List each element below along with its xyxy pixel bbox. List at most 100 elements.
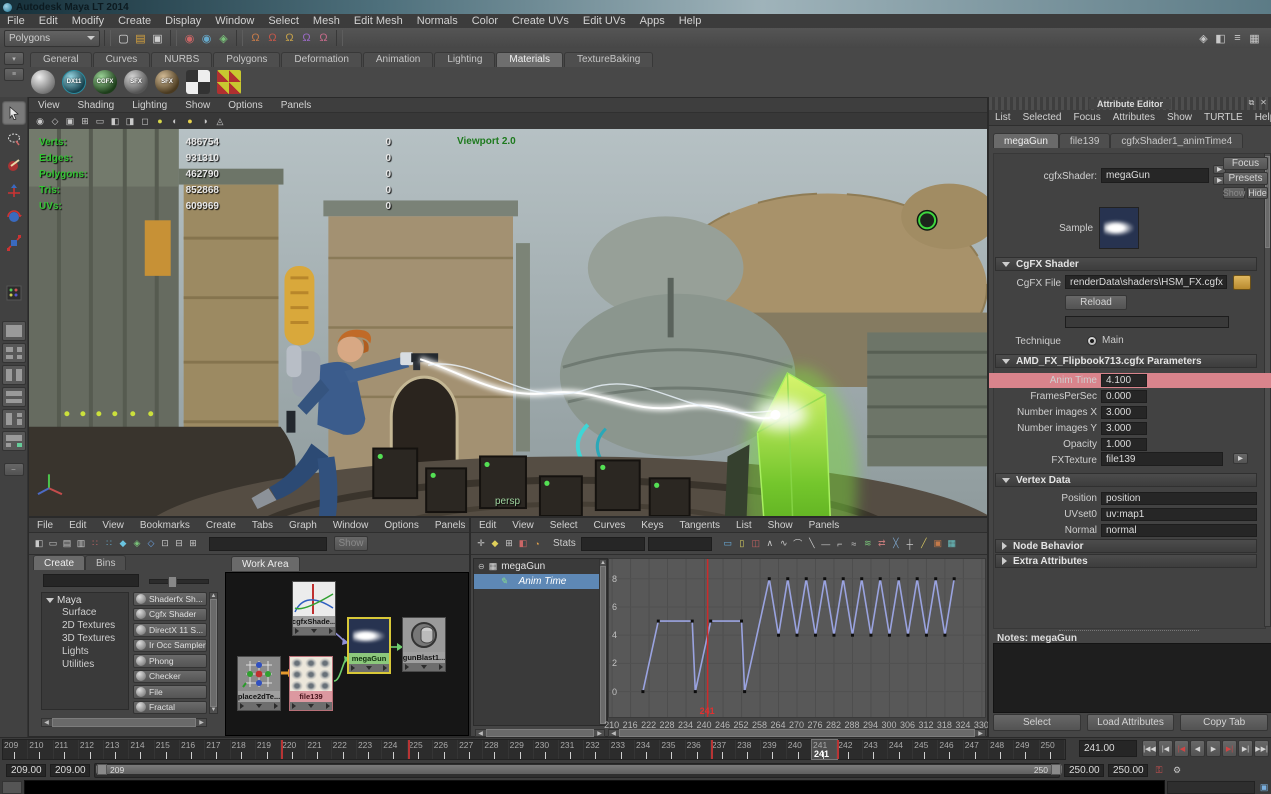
create-node-button[interactable]: Fractal bbox=[133, 700, 207, 714]
create-selected-icon[interactable]: ∷ bbox=[88, 537, 102, 551]
in-out-connections-icon[interactable]: ⊟ bbox=[172, 537, 186, 551]
collapsed-section[interactable]: Extra Attributes bbox=[995, 554, 1257, 568]
tree-item[interactable]: Surface bbox=[42, 606, 128, 619]
hypershade-persp-layout-button[interactable] bbox=[1, 409, 26, 429]
swatch-size-slider[interactable] bbox=[149, 576, 209, 588]
menu-item[interactable]: Create bbox=[111, 15, 158, 27]
timeline-ruler[interactable]: 209 210 211 212 213 214 215 216 217 218 219 220 221 2… bbox=[2, 739, 1066, 760]
shelf-tab[interactable]: NURBS bbox=[151, 52, 213, 67]
focus-button[interactable]: Focus bbox=[1223, 157, 1268, 170]
output-connections-icon[interactable]: ⊞ bbox=[186, 537, 200, 551]
attribute-editor-tab[interactable]: file139 bbox=[1058, 133, 1111, 148]
tree-item[interactable]: 2D Textures bbox=[42, 619, 128, 632]
hypershade-menu-item[interactable]: Panels bbox=[427, 520, 474, 531]
viewport-menu-item[interactable]: Lighting bbox=[123, 100, 176, 111]
graph-editor-menu-item[interactable]: Tangents bbox=[671, 520, 728, 531]
attribute-editor-menu-item[interactable]: TURTLE bbox=[1198, 112, 1249, 123]
range-slider-track[interactable]: 209 250 bbox=[94, 763, 1062, 778]
menu-item[interactable]: Mesh bbox=[306, 15, 347, 27]
uv-editor-icon[interactable] bbox=[216, 69, 242, 95]
step-back-frame-button[interactable]: |◀ bbox=[1158, 740, 1173, 757]
timeline-frame-234[interactable]: 234 bbox=[635, 740, 661, 759]
move-nearest-picked-key-icon[interactable]: ✛ bbox=[474, 537, 488, 551]
timeline-frame-244[interactable]: 244 bbox=[888, 740, 914, 759]
create-node-button[interactable]: Shaderfx Sh... bbox=[133, 592, 207, 606]
toolbox-collapse-button[interactable]: – bbox=[3, 463, 24, 476]
tree-item[interactable]: 3D Textures bbox=[42, 632, 128, 645]
node-name-field[interactable]: megaGun bbox=[1101, 168, 1209, 183]
input-connections-icon[interactable]: ⊡ bbox=[158, 537, 172, 551]
select-camera-icon[interactable]: ◉ bbox=[33, 114, 47, 128]
section-cgfx-shader[interactable]: CgFX Shader bbox=[995, 257, 1257, 271]
timeline-frame-225[interactable]: 225 bbox=[407, 740, 433, 759]
vertex-value-field[interactable]: normal bbox=[1101, 524, 1257, 537]
save-scene-icon[interactable]: ▣ bbox=[149, 30, 166, 47]
cgfx-shader-icon[interactable]: CGFX bbox=[92, 69, 118, 95]
hypershade-menu-item[interactable]: Create bbox=[198, 520, 244, 531]
footer-button[interactable]: Load Attributes bbox=[1086, 714, 1175, 731]
menu-item[interactable]: Edit bbox=[32, 15, 65, 27]
shelf-menu-button[interactable]: ≡ bbox=[4, 68, 24, 81]
script-editor-icon[interactable]: ▣ bbox=[1257, 780, 1271, 794]
shelf-tab[interactable]: General bbox=[30, 52, 92, 67]
retime-tool-icon[interactable]: ◔ bbox=[530, 537, 544, 551]
hypershade-menu-item[interactable]: Tabs bbox=[244, 520, 281, 531]
two-pane-stacked-layout-button[interactable] bbox=[1, 387, 26, 407]
footer-button[interactable]: Select bbox=[993, 714, 1081, 731]
move-tool[interactable] bbox=[2, 179, 26, 203]
tree-item[interactable]: Lights bbox=[42, 645, 128, 658]
attribute-editor-menu-item[interactable]: Show bbox=[1161, 112, 1198, 123]
shelf-tab-toggle-button[interactable]: ▾ bbox=[4, 52, 24, 65]
outliner-h-scrollbar[interactable]: ◀ ▶ bbox=[475, 729, 605, 737]
timeline-frame-245[interactable]: 245 bbox=[913, 740, 939, 759]
shelf-tab[interactable]: TextureBaking bbox=[563, 52, 654, 67]
node-gunblast[interactable]: gunBlast1... bbox=[402, 617, 446, 672]
four-pane-layout-button[interactable] bbox=[1, 343, 26, 363]
timeline-frame-238[interactable]: 238 bbox=[736, 740, 762, 759]
current-time-field[interactable]: 241.00 bbox=[1079, 740, 1137, 757]
modeling-toolkit-icon[interactable]: ◈ bbox=[1195, 30, 1212, 47]
node-megagun[interactable]: megaGun bbox=[347, 617, 391, 674]
two-pane-side-layout-button[interactable] bbox=[1, 365, 26, 385]
lock-camera-icon[interactable]: ◇ bbox=[48, 114, 62, 128]
shadows-icon[interactable]: ◑ bbox=[198, 114, 212, 128]
vertex-value-field[interactable]: position bbox=[1101, 492, 1257, 505]
attribute-editor-menu-item[interactable]: Attributes bbox=[1107, 112, 1161, 123]
work-area-tab[interactable]: Work Area bbox=[231, 556, 300, 571]
timeline-frame-213[interactable]: 213 bbox=[104, 740, 130, 759]
outliner-node-row[interactable]: ⊖ ▦ megaGun bbox=[474, 559, 607, 574]
menu-item[interactable]: Create UVs bbox=[505, 15, 576, 27]
open-scene-icon[interactable]: ▤ bbox=[132, 30, 149, 47]
hypershade-menu-item[interactable]: File bbox=[29, 520, 61, 531]
dx11-shader-icon[interactable]: DX11 bbox=[61, 69, 87, 95]
node-list-scrollbar[interactable]: ▲ ▼ bbox=[209, 592, 218, 714]
lock-tangent-weight-icon[interactable]: ▣ bbox=[931, 537, 945, 551]
insert-keys-icon[interactable]: ◆ bbox=[488, 537, 502, 551]
region-select-icon[interactable]: ◧ bbox=[516, 537, 530, 551]
spline-tangents-icon[interactable]: ∿ bbox=[777, 537, 791, 551]
timeline-frame-227[interactable]: 227 bbox=[458, 740, 484, 759]
timeline-frame-240[interactable]: 240 bbox=[787, 740, 812, 759]
menu-item[interactable]: Edit UVs bbox=[576, 15, 633, 27]
attribute-editor-menu-item[interactable]: Help bbox=[1249, 112, 1271, 123]
hypershade-menu-item[interactable]: Bookmarks bbox=[132, 520, 198, 531]
timeline-frame-224[interactable]: 224 bbox=[382, 740, 408, 759]
rotate-tool[interactable] bbox=[2, 205, 26, 229]
camera-attributes-icon[interactable]: ▣ bbox=[63, 114, 77, 128]
technique-radio[interactable]: Main bbox=[1087, 335, 1124, 346]
reload-button[interactable]: Reload bbox=[1065, 295, 1127, 310]
fxtexture-field[interactable]: file139 bbox=[1101, 452, 1223, 466]
single-tab-layout-icon[interactable]: ▭ bbox=[46, 537, 60, 551]
graph-materials-icon[interactable]: ◈ bbox=[130, 537, 144, 551]
timeline-frame-226[interactable]: 226 bbox=[433, 740, 459, 759]
shelf-tab[interactable]: Deformation bbox=[281, 52, 362, 67]
frame-playback-range-icon[interactable]: ▯ bbox=[735, 537, 749, 551]
hypershade-menu-item[interactable]: Options bbox=[376, 520, 426, 531]
clamped-tangents-icon[interactable]: ⌒ bbox=[791, 537, 805, 551]
menu-item[interactable]: Apps bbox=[633, 15, 672, 27]
step-forward-key-button[interactable]: ▶| bbox=[1222, 740, 1237, 757]
plateau-tangents-icon[interactable]: ≈ bbox=[847, 537, 861, 551]
shelf-tab[interactable]: Animation bbox=[362, 52, 434, 67]
shelf-tab[interactable]: Curves bbox=[92, 52, 151, 67]
linear-tangents-icon[interactable]: ╲ bbox=[805, 537, 819, 551]
